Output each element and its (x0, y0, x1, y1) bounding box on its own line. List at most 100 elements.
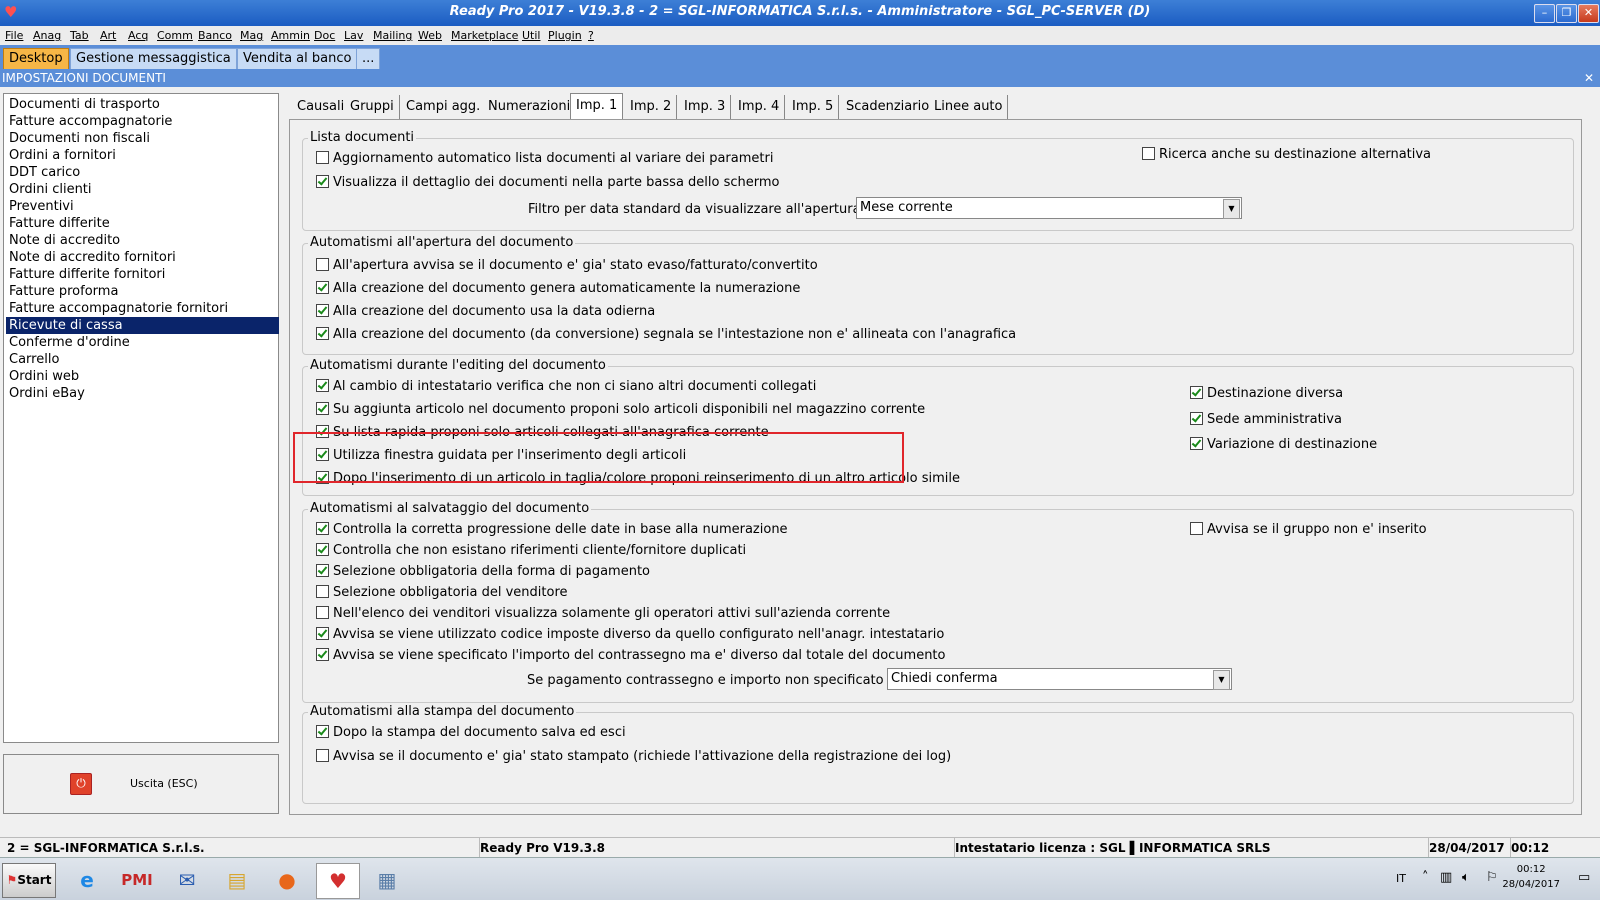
menu-plugin[interactable]: Plugin (548, 29, 582, 42)
list-item-selected[interactable]: Ricevute di cassa (6, 317, 279, 334)
menu-comm[interactable]: Comm (157, 29, 193, 42)
checkbox-variazione-destinazione[interactable]: Variazione di destinazione (1190, 437, 1377, 453)
tab-vendita-al-banco[interactable]: Vendita al banco (237, 48, 358, 70)
checkbox-intestazione-allineata[interactable]: Alla creazione del documento (da convers… (316, 327, 1016, 343)
thunderbird-icon[interactable]: ✉ (166, 863, 208, 897)
list-item[interactable]: Note di accredito fornitori (6, 249, 279, 266)
checkbox-operatori-attivi[interactable]: Nell'elenco dei venditori visualizza sol… (316, 606, 890, 622)
minimize-icon[interactable]: – (1534, 4, 1555, 23)
checkbox-venditore[interactable]: Selezione obbligatoria del venditore (316, 585, 568, 601)
menu-file[interactable]: File (5, 29, 23, 42)
checkbox-box[interactable] (316, 725, 329, 738)
checkbox-data-odierna[interactable]: Alla creazione del documento usa la data… (316, 304, 655, 320)
list-item[interactable]: DDT carico (6, 164, 279, 181)
checkbox-box[interactable] (316, 304, 329, 317)
checkbox-cambio-intestatario[interactable]: Al cambio di intestatario verifica che n… (316, 379, 816, 395)
checkbox-box[interactable] (316, 606, 329, 619)
tab-imp-2[interactable]: Imp. 2 (625, 95, 678, 119)
list-item[interactable]: Fatture differite (6, 215, 279, 232)
list-item[interactable]: Fatture accompagnatorie (6, 113, 279, 130)
checkbox-forma-pagamento[interactable]: Selezione obbligatoria della forma di pa… (316, 564, 650, 580)
menu-mag[interactable]: Mag (240, 29, 263, 42)
ready-pro-icon[interactable]: ♥ (316, 863, 360, 899)
tab-campi-agg[interactable]: Campi agg. (401, 95, 487, 119)
menu-lav[interactable]: Lav (344, 29, 363, 42)
tab-imp-1[interactable]: Imp. 1 (570, 93, 624, 121)
tab-linee-auto[interactable]: Linee auto (929, 95, 1009, 119)
checkbox-box[interactable] (316, 151, 329, 164)
pmi-icon[interactable]: PMI (116, 863, 158, 897)
checkbox-riferimenti-duplicati[interactable]: Controlla che non esistano riferimenti c… (316, 543, 746, 559)
tab-causali[interactable]: Causali (292, 95, 351, 119)
volume-icon[interactable]: 🔈︎ (1462, 870, 1470, 885)
checkbox-codice-imposte[interactable]: Avvisa se viene utilizzato codice impost… (316, 627, 944, 643)
checkbox-salva-esci[interactable]: Dopo la stampa del documento salva ed es… (316, 725, 626, 741)
firefox-icon[interactable]: ● (266, 863, 308, 897)
checkbox-box[interactable] (316, 327, 329, 340)
checkbox-box[interactable] (316, 522, 329, 535)
checkbox-box[interactable] (1190, 522, 1203, 535)
list-item[interactable]: Fatture differite fornitori (6, 266, 279, 283)
close-icon[interactable]: ✕ (1578, 4, 1599, 23)
restore-icon[interactable]: ❐ (1556, 4, 1577, 23)
show-hidden-icons-icon[interactable]: ˄ (1422, 870, 1429, 885)
checkbox-genera-numerazione[interactable]: Alla creazione del documento genera auto… (316, 281, 800, 297)
close-section-icon[interactable]: ✕ (1584, 69, 1594, 87)
list-item[interactable]: Ordini a fornitori (6, 147, 279, 164)
calculator-icon[interactable]: ▦ (366, 863, 408, 897)
checkbox-visualizza-dettaglio[interactable]: Visualizza il dettaglio dei documenti ne… (316, 175, 780, 191)
checkbox-box[interactable] (316, 648, 329, 661)
checkbox-box[interactable] (1190, 437, 1203, 450)
exit-button[interactable]: ⏻ Uscita (ESC) (3, 754, 279, 814)
list-item[interactable]: Ordini clienti (6, 181, 279, 198)
list-item[interactable]: Ordini eBay (6, 385, 279, 402)
checkbox-aggiornamento-automatico[interactable]: Aggiornamento automatico lista documenti… (316, 151, 773, 167)
list-item[interactable]: Note di accredito (6, 232, 279, 249)
checkbox-gruppo-non-inserito[interactable]: Avvisa se il gruppo non e' inserito (1190, 522, 1427, 538)
show-desktop-icon[interactable]: ▭ (1578, 870, 1590, 885)
file-explorer-icon[interactable]: ▤ (216, 863, 258, 897)
checkbox-contrassegno[interactable]: Avvisa se viene specificato l'importo de… (316, 648, 946, 664)
menu-web[interactable]: Web (418, 29, 442, 42)
menu-doc[interactable]: Doc (314, 29, 335, 42)
checkbox-articoli-disponibili[interactable]: Su aggiunta articolo nel documento propo… (316, 402, 925, 418)
tab-gestione-messaggistica[interactable]: Gestione messaggistica (70, 48, 237, 70)
list-item[interactable]: Ordini web (6, 368, 279, 385)
menu-art[interactable]: Art (100, 29, 116, 42)
menu-banco[interactable]: Banco (198, 29, 232, 42)
checkbox-box[interactable] (316, 749, 329, 762)
tab-imp-4[interactable]: Imp. 4 (733, 95, 786, 119)
clock[interactable]: 00:12 28/04/2017 (1502, 862, 1560, 892)
list-item[interactable]: Fatture proforma (6, 283, 279, 300)
list-item[interactable]: Conferme d'ordine (6, 334, 279, 351)
checkbox-progressione-date[interactable]: Controlla la corretta progressione delle… (316, 522, 788, 538)
menu-anag[interactable]: Anag (33, 29, 61, 42)
filter-date-select[interactable]: Mese corrente ▼ (856, 197, 1242, 219)
network-icon[interactable]: ▥ (1440, 870, 1452, 885)
list-item[interactable]: Carrello (6, 351, 279, 368)
checkbox-sede-amministrativa[interactable]: Sede amministrativa (1190, 412, 1342, 428)
list-item[interactable]: Documenti di trasporto (6, 96, 279, 113)
checkbox-box[interactable] (316, 585, 329, 598)
checkbox-box[interactable] (316, 627, 329, 640)
menu-util[interactable]: Util (522, 29, 540, 42)
checkbox-box[interactable] (316, 564, 329, 577)
tab-desktop[interactable]: Desktop (3, 48, 69, 70)
checkbox-box[interactable] (316, 175, 329, 188)
language-indicator[interactable]: IT (1396, 872, 1406, 885)
checkbox-box[interactable] (1142, 147, 1155, 160)
checkbox-gia-stampato[interactable]: Avvisa se il documento e' gia' stato sta… (316, 749, 951, 765)
tab-numerazioni[interactable]: Numerazioni (483, 95, 577, 119)
tab-gruppi[interactable]: Gruppi (345, 95, 400, 119)
checkbox-box[interactable] (316, 379, 329, 392)
contrassegno-select[interactable]: Chiedi conferma ▼ (887, 668, 1232, 690)
list-item[interactable]: Preventivi (6, 198, 279, 215)
tab-scadenziario[interactable]: Scadenziario (841, 95, 936, 119)
checkbox-destinazione-diversa[interactable]: Destinazione diversa (1190, 386, 1343, 402)
list-item[interactable]: Fatture accompagnatorie fornitori (6, 300, 279, 317)
start-button[interactable]: ⚑Start (2, 863, 56, 898)
menu-marketplace[interactable]: Marketplace (451, 29, 518, 42)
list-item[interactable]: Documenti non fiscali (6, 130, 279, 147)
menu-tab[interactable]: Tab (70, 29, 89, 42)
menu-acq[interactable]: Acq (128, 29, 148, 42)
